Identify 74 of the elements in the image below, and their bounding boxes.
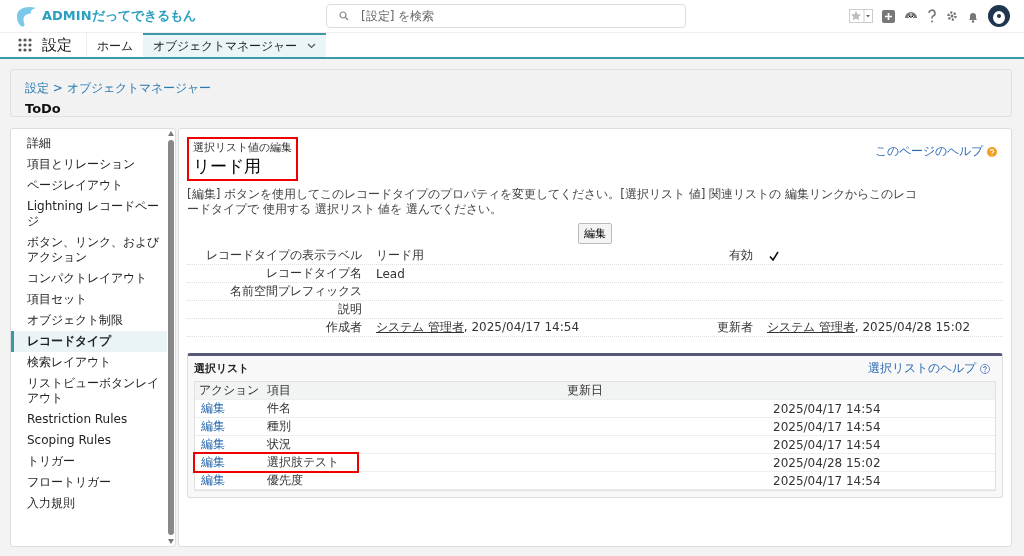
- help-icon: [987, 146, 997, 157]
- column-header: 項目: [266, 382, 292, 399]
- field-label: レコードタイプ名: [265, 265, 363, 282]
- avatar-icon[interactable]: [988, 5, 1010, 27]
- search-bar[interactable]: [設定] を検索: [326, 4, 686, 28]
- help-icon[interactable]: [927, 9, 937, 23]
- edit-link[interactable]: 編集: [195, 400, 263, 417]
- description-text: [編集] ボタンを使用してこのレコードタイプのプロパティを変更してください。[選択リスト 値] 関連リストの 編集リンクからこのレコードタイプで 使用する 選択リスト 値を 選んでください。: [187, 187, 918, 217]
- app-name: 設定: [32, 33, 87, 57]
- field-label: レコードタイプの表示ラベル: [205, 247, 363, 264]
- sidebar-item[interactable]: トリガー: [11, 451, 167, 472]
- sidebar-item[interactable]: Restriction Rules: [11, 409, 167, 430]
- sidebar-item[interactable]: コンパクトレイアウト: [11, 268, 167, 289]
- field-label: 更新者: [716, 319, 754, 336]
- field-value: システム 管理者, 2025/04/28 15:02: [766, 319, 972, 336]
- sidebar-item[interactable]: フロートリガー: [11, 472, 167, 493]
- user-link[interactable]: システム 管理者: [767, 320, 855, 334]
- sidebar-item[interactable]: リストビューボタンレイアウト: [11, 373, 167, 409]
- table-cell-text: 件名: [266, 400, 292, 417]
- sidebar-item[interactable]: ページレイアウト: [11, 175, 167, 196]
- column-header: 更新日: [566, 382, 604, 399]
- help-link[interactable]: 選択リストのヘルプ: [868, 360, 990, 377]
- sidebar-item[interactable]: 入力規則: [11, 493, 167, 514]
- table-cell-text: 2025/04/17 14:54: [772, 419, 882, 434]
- scroll-down-icon[interactable]: [168, 539, 174, 544]
- field-label: 有効: [728, 247, 754, 264]
- edit-link[interactable]: 編集: [195, 472, 263, 489]
- scroll-up-icon[interactable]: [168, 131, 174, 136]
- sidebar-item[interactable]: Lightning レコードページ: [11, 196, 167, 232]
- chevron-down-icon[interactable]: [307, 43, 316, 49]
- field-label: 説明: [337, 301, 363, 318]
- table-cell-text: 2025/04/17 14:54: [772, 437, 882, 452]
- edit-link[interactable]: 編集: [195, 454, 263, 471]
- nav-tab[interactable]: オブジェクトマネージャー: [143, 33, 326, 57]
- sidebar-item[interactable]: 検索レイアウト: [11, 352, 167, 373]
- scrollbar-thumb[interactable]: [168, 140, 174, 535]
- field-label: 名前空間プレフィックス: [229, 283, 363, 300]
- help-link[interactable]: このページのヘルプ: [875, 143, 997, 160]
- help-icon: [980, 363, 990, 374]
- field-value: Lead: [375, 266, 406, 281]
- app-launcher-icon[interactable]: [18, 38, 32, 52]
- sidebar-item[interactable]: レコードタイプ: [11, 331, 167, 352]
- table-cell-text: 優先度: [266, 472, 304, 489]
- sidebar-item[interactable]: オブジェクト制限: [11, 310, 167, 331]
- sidebar-item[interactable]: ボタン、リンク、およびアクション: [11, 232, 167, 268]
- sidebar-item[interactable]: 項目セット: [11, 289, 167, 310]
- table-cell-text: 種別: [266, 418, 292, 435]
- table-cell-text: 2025/04/28 15:02: [772, 455, 882, 470]
- breadcrumb-link[interactable]: 設定 > オブジェクトマネージャー: [25, 80, 997, 97]
- search-icon: [339, 11, 349, 21]
- field-label: 作成者: [325, 319, 363, 336]
- nav-tab[interactable]: ホーム: [87, 33, 143, 57]
- column-header: アクション: [198, 382, 260, 399]
- object-title: ToDo: [25, 101, 62, 116]
- table-cell-text: 状況: [266, 436, 292, 453]
- sidebar-item[interactable]: 詳細: [11, 133, 167, 154]
- user-link[interactable]: システム 管理者: [376, 320, 464, 334]
- edit-link[interactable]: 編集: [195, 436, 263, 453]
- checkmark-icon: [769, 250, 779, 261]
- add-icon[interactable]: [882, 9, 895, 23]
- logo-text: ADMINだってできるもん: [42, 7, 196, 25]
- field-value: リード用: [375, 247, 425, 264]
- page-title: リード用: [193, 155, 262, 178]
- table-cell-text: 2025/04/17 14:54: [772, 401, 882, 416]
- section-title: 選択リスト: [194, 361, 249, 376]
- edit-button[interactable]: 編集: [578, 223, 612, 244]
- page-subtitle: 選択リスト値の編集: [193, 140, 292, 155]
- settings-icon[interactable]: [946, 10, 958, 22]
- sidebar-item[interactable]: Scoping Rules: [11, 430, 167, 451]
- field-value: システム 管理者, 2025/04/17 14:54: [375, 319, 581, 336]
- table-cell-text: 選択肢テスト: [266, 454, 340, 471]
- sidebar-item[interactable]: 項目とリレーション: [11, 154, 167, 175]
- edit-link[interactable]: 編集: [195, 418, 263, 435]
- table-cell-text: 2025/04/17 14:54: [772, 473, 882, 488]
